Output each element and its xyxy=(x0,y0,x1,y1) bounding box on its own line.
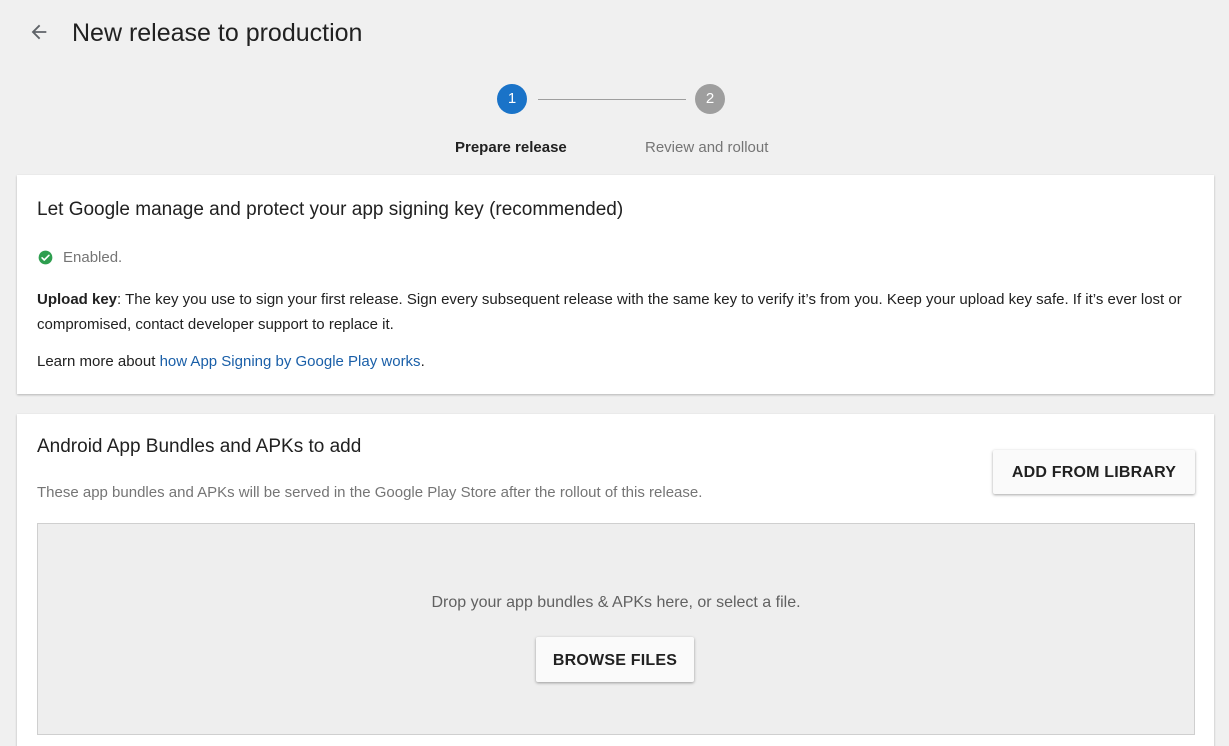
back-button[interactable] xyxy=(25,18,53,46)
learn-more-suffix: . xyxy=(420,353,425,370)
learn-more-prefix: Learn more about xyxy=(37,353,160,370)
page-title: New release to production xyxy=(72,19,363,47)
bundles-card: Android App Bundles and APKs to add Thes… xyxy=(17,414,1214,746)
bundles-title: Android App Bundles and APKs to add xyxy=(37,436,362,457)
app-signing-help-link[interactable]: how App Signing by Google Play works xyxy=(160,353,421,370)
dropzone-text: Drop your app bundles & APKs here, or se… xyxy=(431,594,801,611)
app-signing-card: Let Google manage and protect your app s… xyxy=(17,175,1214,394)
signing-status-text: Enabled. xyxy=(63,249,123,266)
release-stepper: 1 2 Prepare release Review and rollout xyxy=(0,84,1229,164)
page-header: New release to production xyxy=(0,0,1229,70)
arrow-left-icon xyxy=(31,24,47,40)
signing-status: Enabled. xyxy=(38,249,122,266)
browse-files-button[interactable]: BROWSE FILES xyxy=(536,637,694,682)
bundles-subtitle: These app bundles and APKs will be serve… xyxy=(37,484,703,501)
upload-key-text: : The key you use to sign your first rel… xyxy=(37,291,1182,333)
step-1-indicator[interactable]: 1 xyxy=(497,84,527,114)
check-circle-icon xyxy=(38,250,53,265)
add-from-library-button[interactable]: ADD FROM LIBRARY xyxy=(993,450,1195,494)
file-dropzone[interactable]: Drop your app bundles & APKs here, or se… xyxy=(37,523,1195,735)
upload-key-label: Upload key xyxy=(37,291,118,308)
release-page: New release to production 1 2 Prepare re… xyxy=(0,0,1229,746)
step-1-label[interactable]: Prepare release xyxy=(455,138,567,158)
step-2-indicator[interactable]: 2 xyxy=(695,84,725,114)
upload-key-description: Upload key: The key you use to sign your… xyxy=(37,287,1187,337)
app-signing-title: Let Google manage and protect your app s… xyxy=(37,199,624,220)
step-2-label[interactable]: Review and rollout xyxy=(645,138,768,158)
learn-more-line: Learn more about how App Signing by Goog… xyxy=(37,352,425,372)
step-connector xyxy=(538,99,686,100)
